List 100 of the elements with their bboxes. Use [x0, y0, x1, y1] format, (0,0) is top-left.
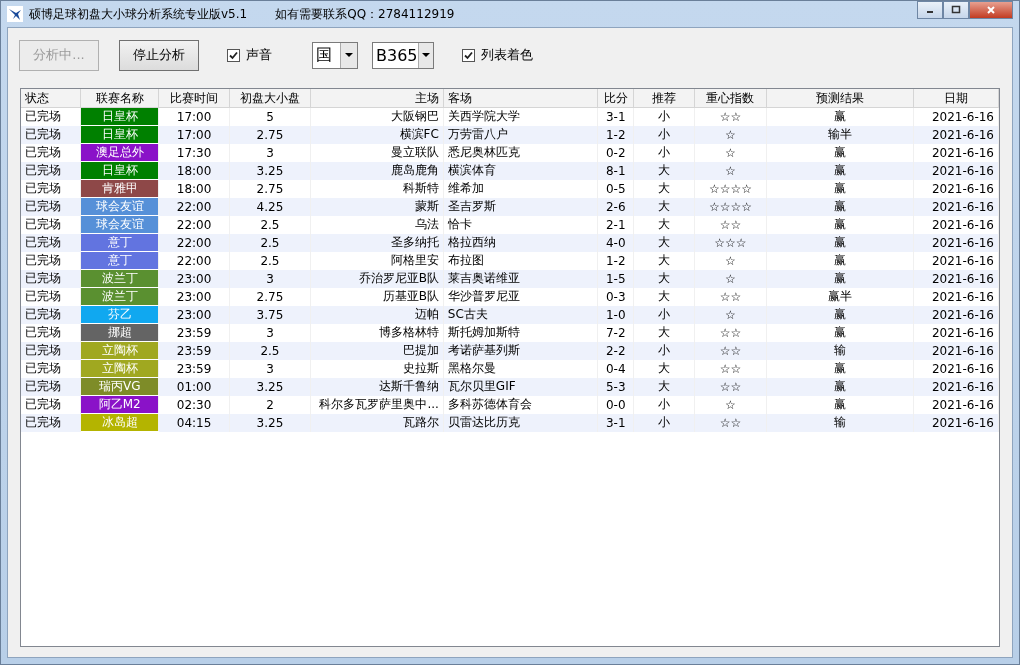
table-cell: 大: [633, 359, 695, 378]
table-cell: 2021-6-16: [913, 251, 999, 270]
table-cell: 已完场: [21, 413, 81, 432]
table-cell: 斯托姆加斯特: [443, 323, 598, 342]
table-cell: ☆☆: [694, 287, 767, 306]
stop-analysis-button[interactable]: 停止分析: [119, 39, 199, 71]
column-header[interactable]: 客场: [443, 89, 598, 108]
close-button[interactable]: [969, 1, 1013, 19]
table-cell: 科尔多瓦罗萨里奥中...: [310, 395, 444, 414]
list-color-checkbox[interactable]: [462, 48, 475, 62]
table-cell: 0-2: [597, 143, 634, 162]
table-cell: 布拉图: [443, 251, 598, 270]
table-cell: 8-1: [597, 161, 634, 180]
table-cell: 2021-6-16: [913, 233, 999, 252]
table-cell: 横滨FC: [310, 125, 444, 144]
bookmaker-dropdown[interactable]: B365: [372, 41, 434, 69]
column-header[interactable]: 联赛名称: [80, 89, 159, 108]
table-cell: ☆☆☆☆: [694, 197, 767, 216]
table-cell: 23:59: [158, 323, 230, 342]
table-cell: 输: [766, 341, 914, 360]
table-cell: 2021-6-16: [913, 413, 999, 432]
table-cell: 5-3: [597, 377, 634, 396]
table-cell: 巴提加: [310, 341, 444, 360]
table-cell: 3-1: [597, 107, 634, 126]
sound-checkbox[interactable]: [227, 48, 240, 62]
table-cell: 横滨体育: [443, 161, 598, 180]
table-cell: 输半: [766, 125, 914, 144]
table-cell: 阿格里安: [310, 251, 444, 270]
column-header[interactable]: 主场: [310, 89, 444, 108]
column-header[interactable]: 状态: [21, 89, 81, 108]
table-cell: 小: [633, 107, 695, 126]
table-cell: 达斯千鲁纳: [310, 377, 444, 396]
table-cell: 2021-6-16: [913, 179, 999, 198]
column-header[interactable]: 预测结果: [766, 89, 914, 108]
table-cell: 已完场: [21, 341, 81, 360]
table-cell: SC古夫: [443, 305, 598, 324]
table-cell: 贝雷达比历克: [443, 413, 598, 432]
table-cell: 已完场: [21, 269, 81, 288]
table-cell: 迈帕: [310, 305, 444, 324]
column-header[interactable]: 日期: [913, 89, 999, 108]
table-cell: 华沙普罗尼亚: [443, 287, 598, 306]
table-cell: ☆: [694, 251, 767, 270]
table-cell: ☆☆: [694, 359, 767, 378]
table-cell: 3.25: [229, 377, 311, 396]
table-cell: 圣多纳托: [310, 233, 444, 252]
table-cell: 小: [633, 143, 695, 162]
table-cell: 23:00: [158, 305, 230, 324]
column-header[interactable]: 初盘大小盘: [229, 89, 311, 108]
table-cell: 01:00: [158, 377, 230, 396]
table-cell: 大阪钢巴: [310, 107, 444, 126]
table-cell: 2021-6-16: [913, 359, 999, 378]
column-header[interactable]: 比赛时间: [158, 89, 230, 108]
table-cell: 大: [633, 179, 695, 198]
column-header[interactable]: 重心指数: [694, 89, 767, 108]
table-cell: ☆: [694, 305, 767, 324]
close-icon: [986, 5, 996, 15]
table-cell: 1-2: [597, 251, 634, 270]
table-cell: 3.75: [229, 305, 311, 324]
table-cell: 2021-6-16: [913, 341, 999, 360]
table-cell: 史拉斯: [310, 359, 444, 378]
table-cell: 2021-6-16: [913, 305, 999, 324]
table-cell: ☆: [694, 161, 767, 180]
column-header[interactable]: 推荐: [633, 89, 695, 108]
minimize-button[interactable]: [917, 1, 943, 19]
table-cell: 大: [633, 197, 695, 216]
table-cell: 已完场: [21, 233, 81, 252]
maximize-button[interactable]: [943, 1, 969, 19]
column-header[interactable]: 比分: [597, 89, 634, 108]
table-cell: 2021-6-16: [913, 143, 999, 162]
table-cell: 2.75: [229, 179, 311, 198]
table-cell: 多科苏德体育会: [443, 395, 598, 414]
table-cell: ☆: [694, 143, 767, 162]
table-cell: 已完场: [21, 143, 81, 162]
region-dropdown[interactable]: 国: [312, 41, 358, 69]
table-cell: ☆☆: [694, 107, 767, 126]
table-cell: 17:00: [158, 107, 230, 126]
table-cell: 曼立联队: [310, 143, 444, 162]
table-cell: 2021-6-16: [913, 107, 999, 126]
table-cell: 18:00: [158, 161, 230, 180]
table-cell: 乔治罗尼亚B队: [310, 269, 444, 288]
table-cell: 大: [633, 251, 695, 270]
table-cell: 已完场: [21, 179, 81, 198]
table-cell: 17:00: [158, 125, 230, 144]
table-cell: 3.25: [229, 413, 311, 432]
caret-icon: [421, 53, 430, 57]
list-color-label: 列表着色: [481, 46, 533, 64]
table-cell: 大: [633, 215, 695, 234]
table-cell: 博多格林特: [310, 323, 444, 342]
table-cell: 赢: [766, 359, 914, 378]
table-cell: 已完场: [21, 125, 81, 144]
table-cell: 小: [633, 395, 695, 414]
table-cell: 格拉西纳: [443, 233, 598, 252]
table-cell: 赢: [766, 215, 914, 234]
table-cell: 赢: [766, 251, 914, 270]
table-cell: 赢: [766, 305, 914, 324]
table-cell: 2.5: [229, 233, 311, 252]
table-cell: 关西学院大学: [443, 107, 598, 126]
table-cell: 22:00: [158, 233, 230, 252]
table-cell: 已完场: [21, 359, 81, 378]
table-cell: 已完场: [21, 215, 81, 234]
